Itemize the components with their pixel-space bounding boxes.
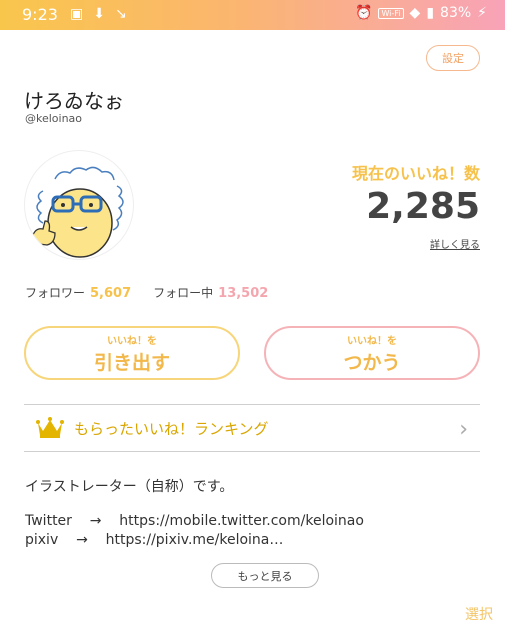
likes-detail-link[interactable]: 詳しく見る (430, 236, 480, 251)
following-count[interactable]: 13,502 (218, 286, 268, 301)
wifi-icon: ◆ (409, 5, 421, 21)
select-button[interactable]: 選択 (465, 604, 493, 624)
status-right: ⏰ Wi-Fi ◆ ▮ 83% ⚡ (355, 5, 487, 21)
ranking-label: もらったいいね！ランキング (74, 419, 269, 438)
current-likes-value: 2,285 (366, 186, 480, 227)
ranking-row[interactable]: もらったいいね！ランキング › (24, 404, 480, 452)
battery-text: 83% (440, 5, 472, 21)
avatar[interactable] (24, 150, 134, 260)
arrow-right-icon: → (89, 513, 102, 529)
pixiv-label: pixiv (25, 532, 59, 548)
withdraw-likes-button[interactable]: いいね！を 引き出す (24, 326, 240, 380)
withdraw-small-label: いいね！を (107, 335, 157, 347)
signal-icon: ▮ (426, 5, 435, 21)
battery-charging-icon: ⚡ (477, 5, 487, 21)
followers-label[interactable]: フォロワー (25, 284, 85, 301)
current-likes-label: 現在のいいね！数 (351, 164, 480, 183)
follow-stats: フォロワー 5,607 フォロー中 13,502 (25, 284, 268, 301)
notification-icons: ▣ ⬇ ↘ (70, 6, 127, 22)
alarm-icon: ⏰ (355, 5, 373, 21)
status-time: 9:23 (22, 5, 58, 24)
twitter-link-line: Twitter → https://mobile.twitter.com/kel… (25, 513, 364, 529)
image-icon: ▣ (70, 6, 84, 22)
crown-icon (36, 417, 64, 438)
use-likes-button[interactable]: いいね！を つかう (264, 326, 480, 380)
missed-call-icon: ↘ (114, 6, 127, 22)
withdraw-big-label: 引き出す (93, 351, 170, 374)
pixiv-url[interactable]: https://pixiv.me/keloina… (106, 532, 284, 548)
download-icon: ⬇ (93, 6, 105, 22)
user-handle: @keloinao (25, 112, 83, 125)
chevron-right-icon: › (459, 417, 468, 442)
pixiv-link-line: pixiv → https://pixiv.me/keloina… (25, 532, 283, 548)
status-bar: 9:23 ▣ ⬇ ↘ ⏰ Wi-Fi ◆ ▮ 83% ⚡ (0, 0, 505, 30)
twitter-label: Twitter (25, 513, 72, 529)
arrow-right-icon: → (76, 532, 88, 548)
wifi-label: Wi-Fi (378, 7, 404, 19)
followers-count[interactable]: 5,607 (90, 286, 131, 301)
bio-text: イラストレーター（自称）です。 (25, 479, 234, 495)
use-big-label: つかう (343, 351, 401, 374)
twitter-url[interactable]: https://mobile.twitter.com/keloinao (119, 513, 364, 529)
avatar-illustration (30, 166, 124, 258)
use-small-label: いいね！を (347, 335, 397, 347)
settings-button[interactable]: 設定 (426, 45, 480, 71)
following-label[interactable]: フォロー中 (153, 284, 213, 301)
show-more-button[interactable]: もっと見る (211, 563, 319, 588)
username: けろゐなぉ (24, 89, 124, 113)
